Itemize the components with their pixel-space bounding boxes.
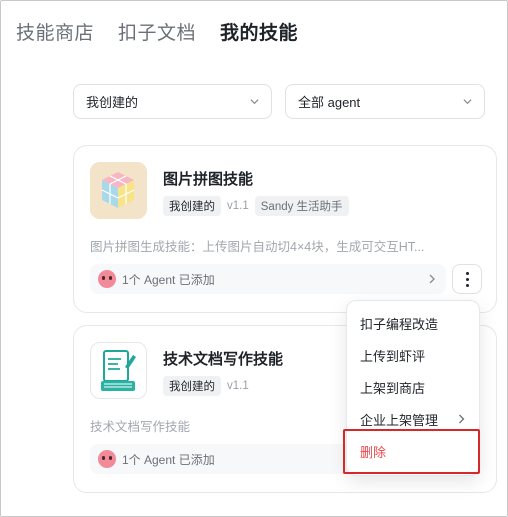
category-tag: Sandy 生活助手	[254, 196, 349, 216]
creator-filter-value: 我创建的	[86, 95, 139, 110]
menu-item-enterprise-publish[interactable]: 企业上架管理	[347, 403, 479, 435]
agent-status-bar[interactable]: 1个 Agent 已添加	[90, 264, 446, 294]
version-label: v1.1	[227, 200, 249, 212]
top-tabs: 技能商店 扣子文档 我的技能	[16, 18, 298, 45]
agent-avatar-icon	[98, 270, 116, 288]
agent-filter-value: 全部 agent	[298, 95, 361, 110]
dot	[465, 277, 469, 281]
creator-filter-select[interactable]: 我创建的	[73, 84, 272, 119]
menu-item-publish-store[interactable]: 上架到商店	[347, 371, 479, 403]
creator-tag: 我创建的	[163, 376, 221, 396]
skill-tags: 我创建的 v1.1	[163, 376, 249, 396]
skill-title: 图片拼图技能	[163, 171, 254, 188]
skill-tags: 我创建的 v1.1 Sandy 生活助手	[163, 196, 349, 216]
chevron-down-icon	[463, 99, 472, 105]
skill-card[interactable]: 图片拼图技能 我创建的 v1.1 Sandy 生活助手 图片拼图生成技能：上传图…	[73, 145, 497, 313]
more-options-button[interactable]	[452, 264, 482, 294]
menu-item-delete[interactable]: 删除	[347, 435, 479, 467]
menu-item-upload-review[interactable]: 上传到虾评	[347, 339, 479, 371]
skill-description: 图片拼图生成技能：上传图片自动切4×4块，生成可交互HT...	[90, 240, 425, 254]
agent-filter-select[interactable]: 全部 agent	[285, 84, 485, 119]
chevron-right-icon	[429, 274, 435, 284]
agent-status-text: 1个 Agent 已添加	[122, 272, 215, 287]
document-edit-icon	[90, 342, 147, 399]
agent-avatar-icon	[98, 450, 116, 468]
dot	[465, 283, 469, 287]
creator-tag: 我创建的	[163, 196, 221, 216]
menu-item-label: 企业上架管理	[360, 412, 439, 428]
tab-my-skills[interactable]: 我的技能	[220, 18, 298, 45]
jigsaw-cube-icon	[90, 162, 147, 219]
version-label: v1.1	[227, 380, 249, 392]
chevron-right-icon	[459, 414, 465, 424]
tab-skill-store[interactable]: 技能商店	[16, 18, 94, 45]
dot	[465, 271, 469, 275]
agent-status-text: 1个 Agent 已添加	[122, 452, 215, 467]
tab-coze-docs[interactable]: 扣子文档	[118, 18, 196, 45]
skill-title: 技术文档写作技能	[163, 351, 284, 368]
more-options-menu: 扣子编程改造 上传到虾评 上架到商店 企业上架管理 删除	[346, 300, 480, 476]
menu-item-coze-rebuild[interactable]: 扣子编程改造	[347, 307, 479, 339]
chevron-down-icon	[250, 99, 259, 105]
